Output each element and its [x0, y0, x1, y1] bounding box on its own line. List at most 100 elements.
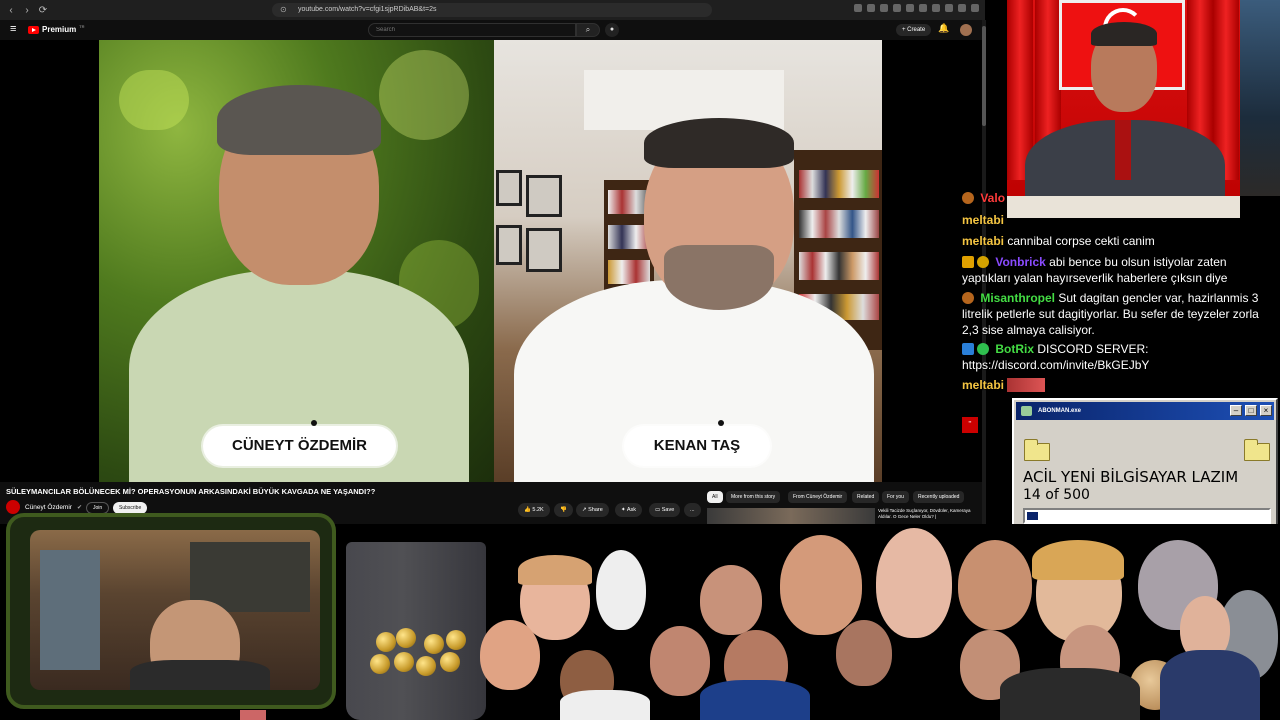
related-video-title[interactable]: Vekili Tacizde Suçlanıyor, Dövdüler, Kam…: [878, 508, 978, 520]
video-player[interactable]: CÜNEYT ÖZDEMİR KENAN TAŞ: [0, 40, 985, 482]
glass-of-coins: [346, 542, 486, 720]
save-icon: ▭: [655, 507, 662, 513]
video-title: SÜLEYMANCILAR BÖLÜNECEK Mİ? OPERASYONUN …: [6, 487, 376, 496]
logo-region: TR: [79, 24, 85, 29]
portrait-overlay: ★: [1007, 0, 1240, 218]
related-video-thumbnail[interactable]: [707, 508, 875, 524]
youtube-header: ≡ Premium TR ⌕ ● + Create 🔔: [0, 20, 985, 40]
video-right-panel: KENAN TAŞ: [494, 40, 882, 482]
chat-username: meltabi: [962, 234, 1005, 248]
browser-menu-icon[interactable]: [971, 4, 979, 12]
extension-icon[interactable]: [867, 4, 875, 12]
lapel-mic: [718, 420, 724, 426]
extension-icons: [854, 4, 979, 12]
search-input[interactable]: [368, 23, 576, 37]
extension-icon[interactable]: [893, 4, 901, 12]
create-button[interactable]: + Create: [896, 24, 932, 36]
channel-avatar[interactable]: [6, 500, 20, 514]
meme-body: [700, 680, 810, 720]
like-count: 5.2K: [532, 507, 544, 513]
extension-icon[interactable]: [932, 4, 940, 12]
app-icon: [1021, 406, 1032, 416]
extension-icon[interactable]: [854, 4, 862, 12]
minimize-button[interactable]: –: [1230, 405, 1242, 416]
extension-icon[interactable]: [919, 4, 927, 12]
channel-watermark[interactable]: ▪▪: [962, 417, 978, 433]
like-button[interactable]: 👍 5.2K: [518, 503, 550, 517]
extension-icon[interactable]: [945, 4, 953, 12]
scrollbar-thumb[interactable]: [982, 26, 986, 126]
progress-fill: [1027, 512, 1039, 520]
meme-face: [650, 626, 710, 696]
webcam-feed: [30, 530, 320, 690]
chip-more-from-story[interactable]: More from this story: [726, 491, 781, 503]
lapel-mic: [311, 420, 317, 426]
person-hair: [644, 118, 794, 168]
progress-count: 14 of 500: [1023, 487, 1090, 503]
channel-name[interactable]: Cüneyt Özdemir: [25, 504, 72, 511]
ask-button[interactable]: ✦ Ask: [615, 503, 643, 517]
chat-username: BotRix: [995, 342, 1035, 356]
chat-username: meltabi: [962, 213, 1005, 227]
person-beard: [664, 245, 774, 310]
meme-face: [836, 620, 892, 686]
more-actions-button[interactable]: ...: [684, 503, 701, 517]
chat-message: BotRix DISCORD SERVER: https://discord.c…: [962, 341, 1272, 373]
crown-badge-icon: [962, 256, 974, 268]
right-name-tag: KENAN TAŞ: [624, 426, 770, 466]
meme-face: [480, 620, 540, 690]
chat-message: Misanthropel Sut dagitan gencler var, ha…: [962, 290, 1272, 338]
progress-bar: [1023, 508, 1271, 524]
share-button[interactable]: ↗ Share: [576, 503, 609, 517]
person-hair: [217, 85, 381, 155]
person-hair: [1091, 22, 1157, 46]
coin-badge-icon: [977, 256, 989, 268]
save-button[interactable]: ▭ Save: [649, 503, 681, 517]
meme-body: [1160, 650, 1260, 720]
notifications-bell-icon[interactable]: 🔔: [938, 23, 949, 34]
chat-message: Valo: [962, 190, 1005, 206]
address-bar[interactable]: ⊙ youtube.com/watch?v=cfgi1sjpRDibAB&t=2…: [272, 3, 712, 17]
microphone-icon[interactable]: ●: [605, 23, 619, 37]
forward-arrow-icon[interactable]: ›: [22, 5, 32, 16]
desk: [1007, 196, 1240, 218]
window-title: ABONMAN.exe: [1038, 408, 1082, 414]
chat-text: DISCORD SERVER: https://discord.com/invi…: [962, 342, 1150, 372]
chat-badge-icon: [962, 192, 974, 204]
account-avatar[interactable]: [960, 24, 972, 36]
video-left-panel: CÜNEYT ÖZDEMİR: [99, 40, 494, 482]
thumbs-down-icon: 👎: [560, 507, 567, 513]
meme-face: [700, 565, 762, 635]
chip-from-channel[interactable]: From Cüneyt Özdemir: [788, 491, 848, 503]
site-info-icon[interactable]: ⊙: [280, 3, 287, 17]
chip-related[interactable]: Related: [852, 491, 880, 503]
chat-message: meltabi: [962, 377, 1046, 393]
left-name-tag: CÜNEYT ÖZDEMİR: [203, 426, 396, 466]
chip-all[interactable]: All: [707, 491, 723, 503]
person-tie: [1115, 120, 1131, 180]
meme-face: [780, 535, 862, 635]
extension-icon[interactable]: [906, 4, 914, 12]
extension-icon[interactable]: [880, 4, 888, 12]
chat-username: Misanthropel: [980, 291, 1056, 305]
chat-username: meltabi: [962, 378, 1005, 392]
dislike-button[interactable]: 👎: [554, 503, 573, 517]
close-button[interactable]: ×: [1260, 405, 1272, 416]
hamburger-menu-icon[interactable]: ≡: [10, 23, 16, 35]
youtube-play-icon: [28, 25, 39, 34]
wrench-badge-icon: [962, 343, 974, 355]
retro-window: ABONMAN.exe – □ × ACİL YENİ BİLGİSAYAR L…: [1012, 398, 1278, 532]
back-arrow-icon[interactable]: ‹: [6, 5, 16, 16]
youtube-logo[interactable]: Premium TR: [28, 24, 85, 34]
logo-text: Premium: [42, 25, 77, 34]
meme-hair: [1032, 540, 1124, 580]
channel-row: Cüneyt Özdemir ✔: [6, 500, 82, 514]
chip-recently-uploaded[interactable]: Recently uploaded: [913, 491, 965, 503]
reload-icon[interactable]: ⟳: [38, 5, 48, 16]
search-icon[interactable]: ⌕: [576, 23, 600, 37]
chip-for-you[interactable]: For you: [882, 491, 909, 503]
maximize-button[interactable]: □: [1245, 405, 1257, 416]
chat-message: meltabi cannibal corpse cekti canim: [962, 233, 1155, 249]
extension-icon[interactable]: [958, 4, 966, 12]
meme-face: [596, 550, 646, 630]
